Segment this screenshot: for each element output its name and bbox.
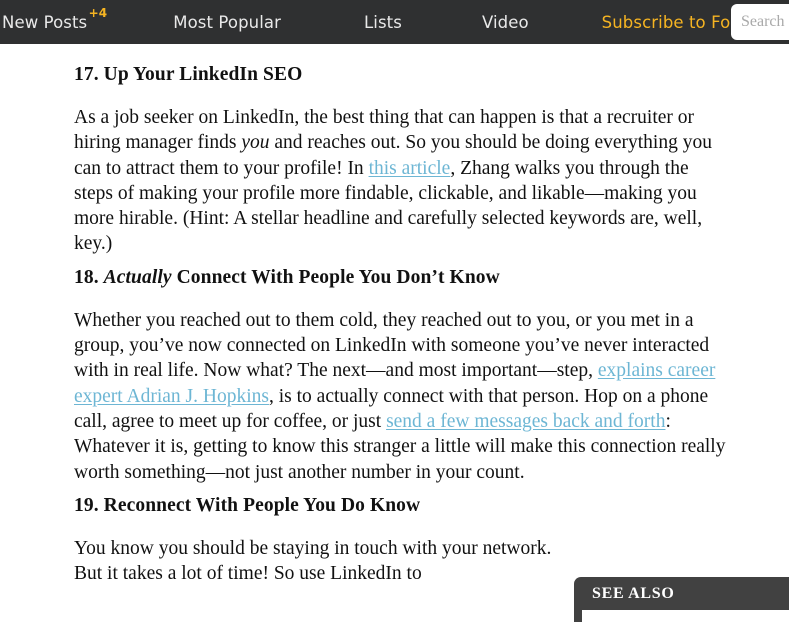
nav-item-new-posts[interactable]: New Posts +4 <box>2 6 107 32</box>
search-box[interactable] <box>731 4 789 40</box>
link-send-a-few-messages-back-and-forth[interactable]: send a few messages back and forth <box>386 411 665 432</box>
nav-item-video-label: Video <box>481 12 529 32</box>
new-posts-count-badge: +4 <box>88 5 108 20</box>
section-heading-19: 19. Reconnect With People You Do Know <box>74 493 732 519</box>
section-paragraph-18: Whether you reached out to them cold, th… <box>74 308 732 485</box>
nav-item-video[interactable]: Video <box>482 13 529 32</box>
section-paragraph-17: As a job seeker on LinkedIn, the best th… <box>74 105 732 257</box>
section-heading-18-emphasis: Actually <box>103 266 172 288</box>
nav-item-lists-label: Lists <box>363 12 402 32</box>
see-also-box: SEE ALSO <box>574 577 789 622</box>
section-paragraph-19: You know you should be staying in touch … <box>74 536 574 587</box>
nav-item-most-popular-label: Most Popular <box>173 12 281 32</box>
see-also-title: SEE ALSO <box>592 584 675 602</box>
search-input[interactable] <box>731 4 789 40</box>
nav-item-most-popular[interactable]: Most Popular <box>173 13 281 32</box>
section-heading-18: 18. Actually Connect With People You Don… <box>74 265 732 291</box>
section-heading-18-number: 18. <box>74 266 99 288</box>
paragraph-17-emphasis: you <box>241 132 270 154</box>
section-heading-17-text: 17. Up Your LinkedIn SEO <box>74 64 303 85</box>
article-content: 17. Up Your LinkedIn SEO As a job seeker… <box>0 44 789 622</box>
nav-item-lists[interactable]: Lists <box>364 13 402 32</box>
top-navigation-bar: New Posts +4 Most Popular Lists Video Su… <box>0 0 789 44</box>
see-also-header: SEE ALSO <box>574 577 789 610</box>
section-heading-18-rest: Connect With People You Don’t Know <box>171 266 500 288</box>
see-also-gutter <box>574 610 582 622</box>
link-this-article[interactable]: this article <box>369 158 451 179</box>
nav-item-new-posts-label: New Posts <box>2 12 88 32</box>
see-also-body <box>582 610 789 622</box>
section-heading-19-text: 19. Reconnect With People You Do Know <box>74 494 421 516</box>
paragraph-19-part-1: You know you should be staying in touch … <box>74 537 552 585</box>
section-heading-17: 17. Up Your LinkedIn SEO <box>74 62 732 88</box>
